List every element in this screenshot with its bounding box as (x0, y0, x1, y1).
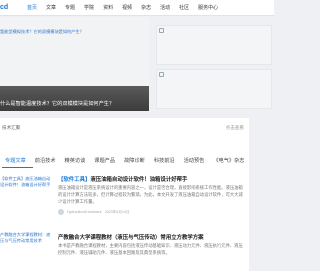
site-logo[interactable]: cd (0, 2, 14, 14)
hero-banner-text[interactable]: 氢能型模拟技术？它的双模模块是如何产生？ (0, 20, 149, 34)
category-tabs: 专题文章 前沿技术 精英访谈 课题产品 故障诊断 科技前沿 活动预告 《电气》杂… (0, 155, 274, 167)
article-summary: 液压油箱设计是液压系统设计的重要内容之一，设计是否合理，直接影响系统工作性能。液… (58, 185, 243, 204)
nav-item-community[interactable]: 社区 (179, 0, 189, 16)
active-tab-indicator (2, 167, 33, 168)
article-title[interactable]: 产教融合大学课程教材（液压与气压传动）常用立方教学方案 (58, 234, 245, 242)
broken-image-icon (159, 72, 164, 77)
tab-interviews[interactable]: 精英访谈 (60, 155, 90, 167)
main-nav: 首页 文章 专题 学院 资料 视频 杂志 活动 社区 服务中心 (27, 0, 218, 16)
article-tag: 【软件工具】 (58, 177, 91, 183)
nav-item-articles[interactable]: 文章 (46, 0, 56, 16)
nav-item-service[interactable]: 服务中心 (198, 0, 218, 16)
sidebar-link-1[interactable]: 【软件工具】液压油箱自动设计软件！油箱设计好帮手 (0, 176, 54, 188)
article-date: 2023年6月14日 (104, 209, 130, 214)
right-gutter (250, 118, 274, 271)
article-card-2[interactable]: 产教融合大学课程教材（液压与气压传动）常用立方教学方案 本书是产教融合课程教材，… (58, 234, 245, 270)
article-meta: Hydraulics&Hardware 2023年6月14日 (58, 209, 245, 215)
broken-image-icon (159, 28, 164, 33)
tab-events[interactable]: 活动预告 (179, 155, 209, 167)
hero-side-thumbnails (154, 17, 274, 111)
nav-item-resources[interactable]: 资料 (103, 0, 113, 16)
nav-item-topics[interactable]: 专题 (65, 0, 75, 16)
top-navigation-bar: cd 首页 文章 专题 学院 资料 视频 杂志 活动 社区 服务中心 (0, 0, 274, 16)
side-thumbnail-1[interactable] (156, 25, 272, 65)
article-summary: 本书是产教融合课程教材，主要内容包括液压传动基础知识、液压动力元件、液压执行元件… (58, 243, 243, 255)
tab-products[interactable]: 课题产品 (89, 155, 119, 167)
article-title[interactable]: 【软件工具】液压油箱自动设计软件！油箱设计好帮手 (58, 176, 245, 184)
article-title-text: 液压油箱自动设计软件！油箱设计好帮手 (90, 177, 188, 183)
article-card-1[interactable]: 【软件工具】液压油箱自动设计软件！油箱设计好帮手 液压油箱设计是液压系统设计的重… (58, 176, 245, 215)
article-author[interactable]: Hydraulics&Hardware (67, 210, 102, 214)
nav-item-academy[interactable]: 学院 (84, 0, 94, 16)
nav-item-events[interactable]: 活动 (160, 0, 170, 16)
nav-item-magazine[interactable]: 杂志 (141, 0, 151, 16)
author-avatar (58, 209, 64, 215)
article-title-text: 产教融合大学课程教材（液压与气压传动）常用立方教学方案 (58, 235, 204, 241)
nav-item-home[interactable]: 首页 (27, 0, 37, 16)
side-thumbnail-2[interactable] (156, 69, 272, 109)
panel-more-link[interactable]: 点击查看 (226, 124, 244, 132)
tab-diagnosis[interactable]: 故障诊断 (119, 155, 149, 167)
panel-header: 技术汇聚 点击查看 (0, 124, 249, 132)
tab-science[interactable]: 科技前沿 (149, 155, 179, 167)
panel-title: 技术汇聚 (2, 125, 21, 130)
tab-magazine[interactable]: 《电气》杂志 (208, 155, 248, 167)
page: cd 首页 文章 专题 学院 资料 视频 杂志 活动 社区 服务中心 氢能型模拟… (0, 0, 274, 271)
sidebar-link-2[interactable]: 产教融合大学课程教材：液压与气压传动常用技术 (0, 232, 54, 244)
tab-frontier[interactable]: 前沿技术 (30, 155, 60, 167)
tab-featured[interactable]: 专题文章 (0, 155, 30, 167)
hero-caption[interactable]: 什么是智能温度技术？它的双模模块是如何产生？ (0, 99, 149, 109)
nav-item-videos[interactable]: 视频 (122, 0, 132, 16)
hero-banner-label: 氢能型模拟技术？它的双模模块是如何产生？ (0, 29, 84, 34)
